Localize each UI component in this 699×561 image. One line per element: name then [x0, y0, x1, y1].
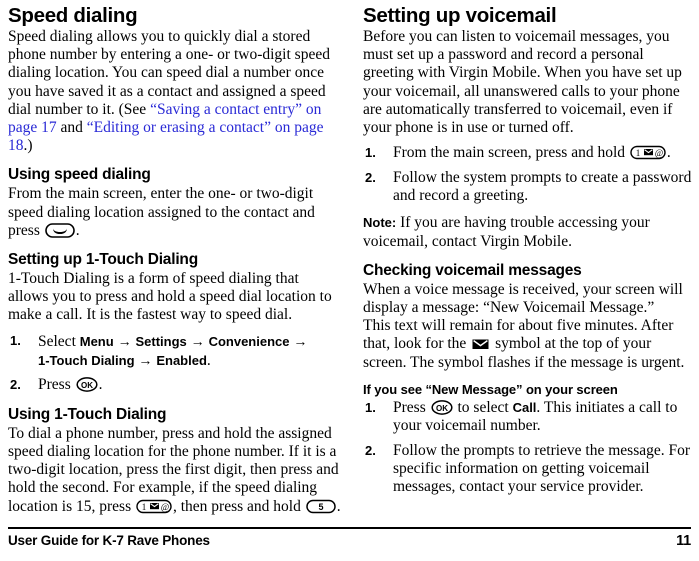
- step-item: 2. Follow the prompts to retrieve the mes…: [363, 442, 696, 497]
- left-column: Speed dialing Speed dialing allows you t…: [8, 4, 341, 516]
- step-text-prefix: Press: [393, 398, 430, 416]
- setting-up-1-touch-paragraph: 1-Touch Dialing is a form of speed diali…: [8, 270, 332, 324]
- svg-text:OK: OK: [436, 404, 448, 413]
- svg-text:@: @: [161, 502, 169, 512]
- note-label: Note:: [363, 215, 397, 231]
- step-text-prefix: Press: [38, 376, 75, 394]
- step-text-mid: to select: [453, 398, 513, 416]
- checking-voicemail-paragraph-1: When a voice message is received, your s…: [363, 280, 683, 317]
- page-footer: User Guide for K-7 Rave Phones 11: [8, 527, 691, 557]
- step-text-prefix: From the main screen, press and hold: [393, 144, 629, 162]
- menu-item-convenience[interactable]: Convenience: [209, 334, 290, 349]
- using-1-touch-paragraph: To dial a phone number, press and hold t…: [8, 425, 341, 516]
- menu-item-1-touch-dialing[interactable]: 1-Touch Dialing: [38, 353, 135, 368]
- voicemail-note: Note: If you are having trouble accessin…: [363, 214, 696, 250]
- using-speed-dialing-paragraph: From the main screen, enter the one- or …: [8, 185, 341, 240]
- right-column: Setting up voicemail Before you can list…: [363, 4, 696, 497]
- voicemail-setup-steps: 1. From the main screen, press and hold 1…: [363, 144, 696, 205]
- using-speed-dialing-text-after: .: [75, 221, 80, 239]
- menu-item-settings[interactable]: Settings: [135, 334, 186, 349]
- intro-text-part2: .): [23, 137, 33, 155]
- footer-row: User Guide for K-7 Rave Phones 11: [8, 529, 691, 549]
- menu-item-call[interactable]: Call: [513, 400, 537, 415]
- heading-checking-voicemail-messages: Checking voicemail messages: [363, 261, 582, 279]
- ok-key-icon: OK: [431, 400, 453, 415]
- step-text-prefix: Select: [38, 332, 80, 350]
- new-message-steps: 1. Press OK to select Call. This initiate…: [363, 399, 696, 497]
- step-number: 1.: [365, 399, 376, 415]
- step-number: 1.: [365, 145, 376, 161]
- heading-using-speed-dialing: Using speed dialing: [8, 166, 151, 184]
- footer-title: User Guide for K-7 Rave Phones: [8, 533, 210, 548]
- heading-using-1-touch-dialing: Using 1-Touch Dialing: [8, 405, 167, 423]
- user-guide-page: Speed dialing Speed dialing allows you t…: [0, 0, 699, 561]
- svg-text:OK: OK: [81, 381, 93, 390]
- using-1-touch-text-part2: , then press and hold: [173, 497, 305, 515]
- step-text: Follow the prompts to retrieve the messa…: [393, 441, 691, 496]
- svg-text:5: 5: [318, 502, 323, 512]
- speed-dialing-intro-paragraph: Speed dialing allows you to quickly dial…: [8, 28, 341, 155]
- two-column-layout: Speed dialing Speed dialing allows you t…: [8, 4, 691, 526]
- one-key-icon: 1 @: [630, 145, 666, 160]
- using-1-touch-text-part3: .: [336, 497, 341, 515]
- menu-item-menu[interactable]: Menu: [80, 334, 114, 349]
- page-title-speed-dialing: Speed dialing: [8, 4, 138, 27]
- step-text-suffix: .: [206, 352, 211, 370]
- page-title-setting-up-voicemail: Setting up voicemail: [363, 4, 557, 27]
- arrow-icon: →: [113, 332, 136, 349]
- step-text-suffix: .: [666, 144, 671, 162]
- step-item: 1. From the main screen, press and hold 1…: [363, 144, 696, 162]
- checking-voicemail-paragraph-2: This text will remain for about five min…: [363, 317, 696, 372]
- svg-text:1: 1: [636, 148, 641, 158]
- menu-item-enabled[interactable]: Enabled: [156, 353, 207, 368]
- step-text-suffix: .: [98, 376, 103, 394]
- step-number: 2.: [365, 169, 376, 185]
- one-key-icon: 1 @: [136, 499, 172, 514]
- step-item: 2. Follow the system prompts to create a …: [363, 169, 696, 206]
- arrow-icon: →: [289, 332, 308, 349]
- svg-text:1: 1: [142, 502, 147, 512]
- note-text: If you are having trouble accessing your…: [363, 214, 650, 250]
- ok-key-icon: OK: [76, 377, 98, 393]
- arrow-icon: →: [134, 352, 157, 369]
- step-number: 2.: [10, 377, 21, 393]
- voicemail-intro-paragraph: Before you can listen to voicemail messa…: [363, 28, 682, 137]
- step-text: Follow the system prompts to create a pa…: [393, 168, 692, 205]
- step-item: 1. Select Menu → Settings → Convenience →…: [8, 332, 341, 371]
- step-item: 2. Press OK .: [8, 376, 341, 394]
- heading-if-you-see-new-message: If you see “New Message” on your screen: [363, 381, 618, 397]
- envelope-icon: [471, 337, 490, 351]
- step-number: 2.: [365, 442, 376, 458]
- svg-text:@: @: [655, 148, 663, 158]
- setting-up-1-touch-steps: 1. Select Menu → Settings → Convenience →…: [8, 332, 341, 395]
- step-item: 1. Press OK to select Call. This initiate…: [363, 399, 696, 436]
- five-key-icon: 5: [305, 499, 336, 514]
- send-key-icon: [44, 223, 75, 238]
- step-number: 1.: [10, 332, 21, 348]
- arrow-icon: →: [186, 332, 209, 349]
- heading-setting-up-1-touch-dialing: Setting up 1-Touch Dialing: [8, 251, 198, 269]
- intro-text-between: and: [56, 119, 87, 137]
- footer-page-number: 11: [676, 533, 691, 549]
